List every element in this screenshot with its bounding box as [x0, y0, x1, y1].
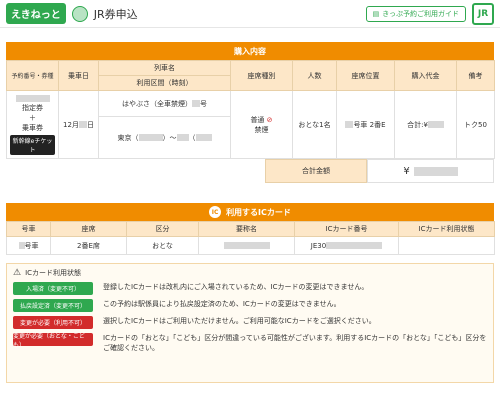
warning-icon: ⚠: [13, 268, 22, 278]
status-line-refund: 払戻設定済（変更不可） この予約は駅係員により払戻設定済のため、ICカードの変更…: [13, 299, 487, 312]
status-refund-badge: 払戻設定済（変更不可）: [13, 299, 93, 312]
total-label: 合計金額: [265, 159, 367, 183]
col-seat-pos: 座席位置: [336, 60, 395, 91]
total-row: 合計金額 ¥: [6, 159, 494, 183]
col-price: 購入代金: [394, 60, 457, 91]
status-unusable-badge: 変更が必要（利用不可）: [13, 316, 93, 329]
status-line-unusable: 変更が必要（利用不可） 選択したICカードはご利用いただけません。ご利用可能なI…: [13, 316, 487, 329]
reservation-cell: 指定券 ＋ 乗車券 新幹線eチケット: [6, 90, 59, 159]
status-entered-badge: 入場済（変更不可）: [13, 282, 93, 295]
price-cell: 合計:¥: [394, 90, 457, 159]
col-date: 乗車日: [58, 60, 99, 91]
status-class-badge: 変更が必要（おとな・こども）: [13, 333, 93, 349]
purchase-table: 予約番号・券種 乗車日 列車名 座席種別 人数 座席位置 購入代金 備考 利用区…: [6, 60, 495, 159]
reservation-number: [15, 95, 50, 102]
ticket-icon: [71, 5, 88, 22]
date-cell: 12月日: [58, 90, 99, 159]
status-line-class: 変更が必要（おとな・こども） ICカードの「おとな」「こども」区分が間違っている…: [13, 332, 487, 352]
purchase-section-bar: 購入内容: [6, 42, 494, 60]
status-title: ⚠ ICカード利用状態: [13, 268, 82, 278]
people-cell: おとな1名: [292, 90, 337, 159]
book-icon: ▤: [372, 9, 380, 18]
col-reservation: 予約番号・券種: [6, 60, 59, 91]
train-name-cell: はやぶさ（全車禁煙）号: [98, 90, 231, 117]
page-title: JR券申込: [93, 7, 138, 21]
note-cell: トク50: [456, 90, 495, 159]
seat-pos-cell: 号車 2番E: [336, 90, 395, 159]
ic-status-cell: [398, 236, 495, 255]
ic-class-cell: おとな: [126, 236, 199, 255]
seat-type-cell: 普通 ⊘ 禁煙: [230, 90, 293, 159]
ic-icon: IC: [209, 206, 222, 218]
total-value: ¥: [367, 159, 494, 183]
ic-section-bar: IC 利用するICカード: [6, 203, 494, 221]
ekinet-logo[interactable]: えきねっと: [6, 3, 66, 24]
col-train: 列車名: [98, 60, 231, 76]
route-cell: 東京（ ）〜（: [98, 116, 231, 159]
ic-seat-cell: 2番E席: [50, 236, 127, 255]
jr-logo: JR: [472, 2, 494, 25]
ic-number-cell: JE30: [294, 236, 399, 255]
header: えきねっと JR券申込 ▤ きっぷ予約ご利用ガイド JR: [0, 0, 500, 28]
col-people: 人数: [292, 60, 337, 91]
col-note: 備考: [456, 60, 495, 91]
eticket-badge: 新幹線eチケット: [10, 134, 55, 155]
guide-button[interactable]: ▤ きっぷ予約ご利用ガイド: [365, 5, 466, 22]
guide-label: きっぷ予約ご利用ガイド: [382, 9, 459, 18]
no-smoking-icon: ⊘: [266, 115, 273, 124]
status-line-entered: 入場済（変更不可） 登録したICカードは改札内にご入場されているため、ICカード…: [13, 282, 487, 295]
col-route: 利用区間（時刻）: [98, 75, 231, 91]
ic-table: 号車 座席 区分 要称名 ICカード番号 ICカード利用状態 号車 2番E席 お…: [6, 221, 495, 255]
ic-car-cell: 号車: [6, 236, 51, 255]
col-seat-type: 座席種別: [230, 60, 293, 91]
ic-status-legend: ⚠ ICカード利用状態 入場済（変更不可） 登録したICカードは改札内にご入場さ…: [6, 263, 494, 383]
ic-name-cell: [198, 236, 295, 255]
